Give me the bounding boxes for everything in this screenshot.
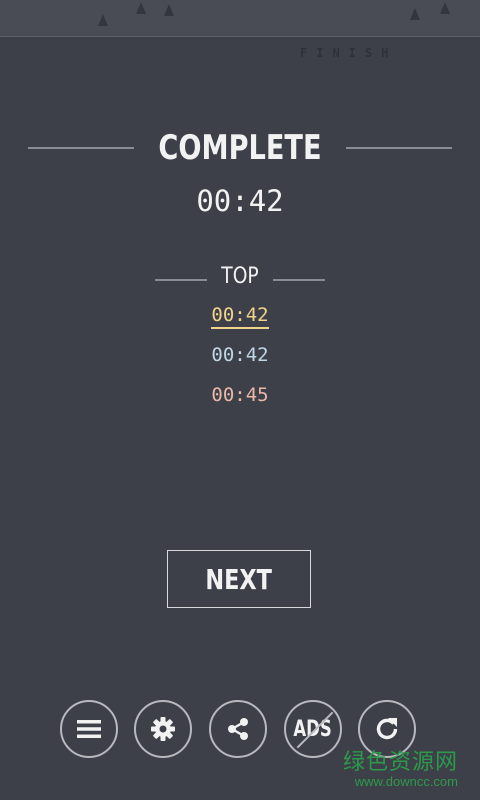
complete-title: COMPLETE [158,128,322,168]
gear-icon [151,717,175,741]
site-watermark: 绿色资源网 www.downcc.com [343,744,458,789]
next-button-label: NEXT [205,562,273,596]
share-button[interactable] [209,700,267,758]
finish-marking: FINISH [300,46,398,60]
score-value: 00:45 [211,384,269,406]
leaderboard-entry-3: 00:45 [0,384,480,406]
menu-icon [77,720,101,738]
settings-button[interactable] [134,700,192,758]
remove-ads-button[interactable]: ADS [284,700,342,758]
score-value: 00:42 [211,344,269,366]
leaderboard-entry-2: 00:42 [0,344,480,366]
score-value: 00:42 [211,304,269,329]
tree-icon [440,2,450,14]
completion-time: 00:42 [196,184,284,218]
watermark-title: 绿色资源网 [342,750,458,775]
restart-icon [376,718,398,740]
leaderboard-title: TOP [221,264,259,289]
tree-icon [410,8,420,20]
menu-button[interactable] [60,700,118,758]
share-icon [228,718,248,740]
leaderboard-entry-1: 00:42 [0,304,480,329]
scenery-strip [0,0,480,37]
tree-icon [136,2,146,14]
tree-icon [98,14,108,26]
watermark-url: www.downcc.com [354,774,458,789]
next-button[interactable]: NEXT [167,550,311,608]
tree-icon [164,4,174,16]
